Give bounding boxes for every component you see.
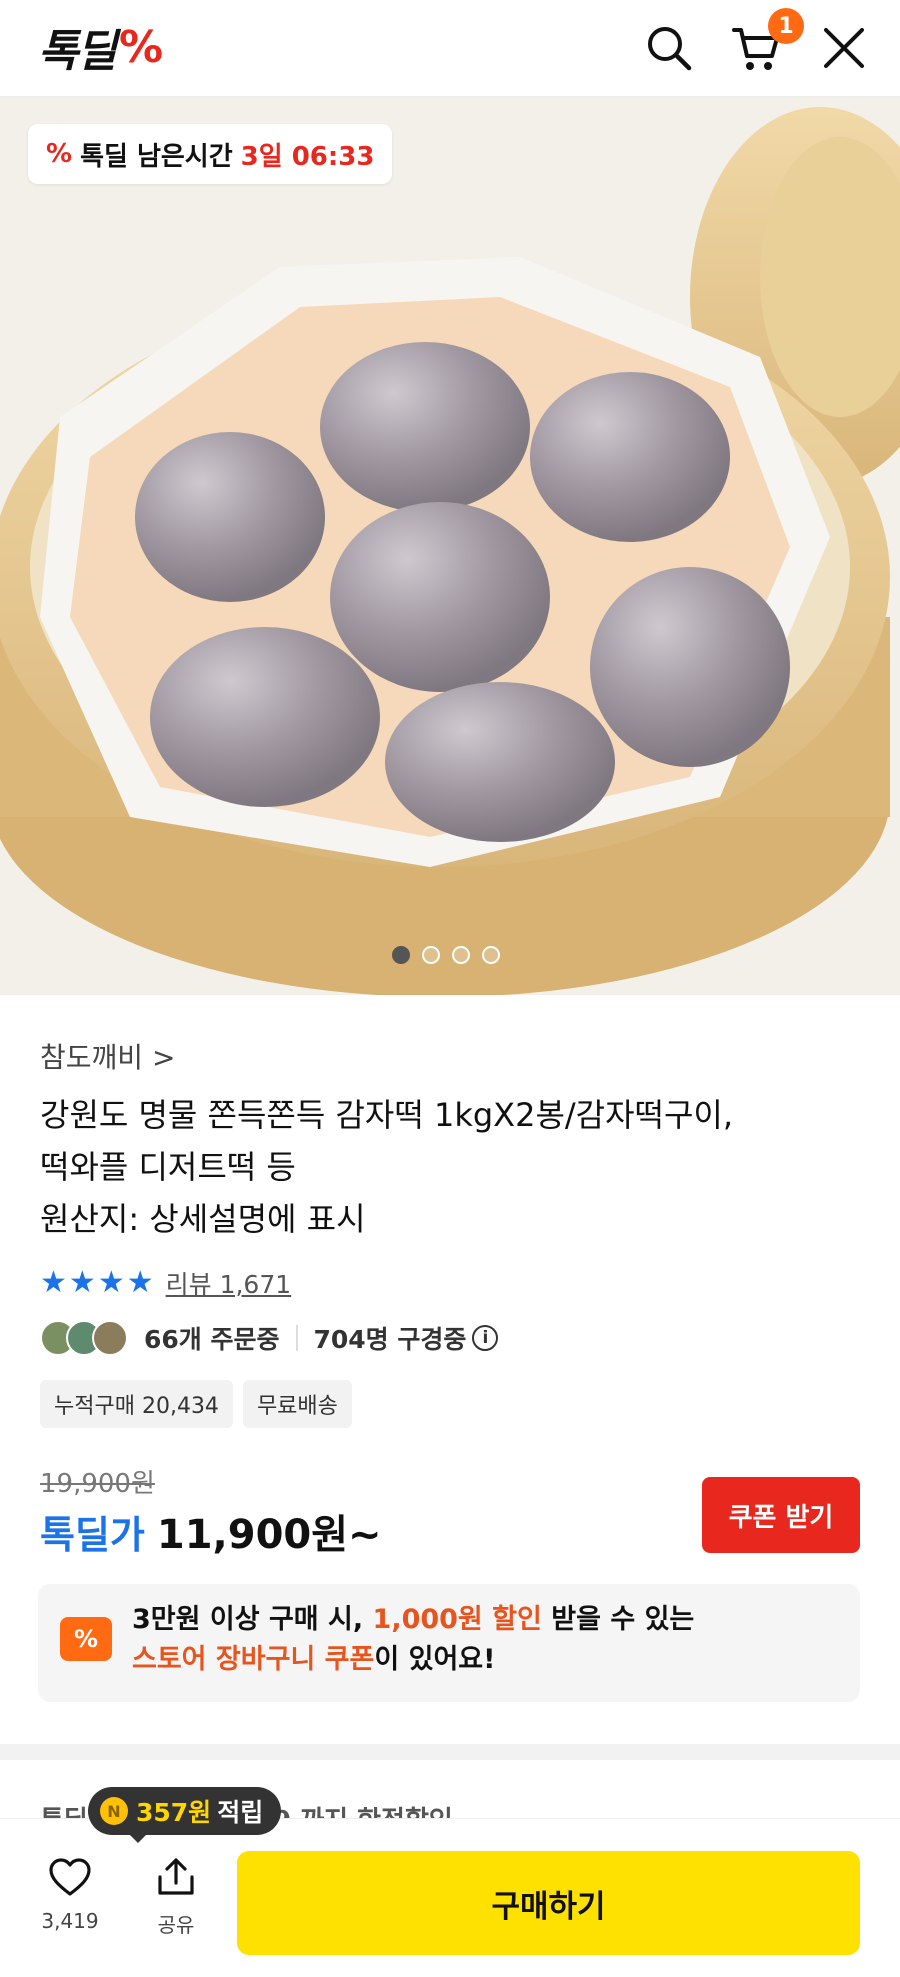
deal-price-row: 톡딜가 11,900원~ [40, 1502, 382, 1560]
title-line: 강원도 명물 쫀득쫀득 감자떡 1kgX2봉/감자떡구이, [40, 1096, 734, 1134]
coin-icon: N [100, 1797, 128, 1825]
product-title: 강원도 명물 쫀득쫀득 감자떡 1kgX2봉/감자떡구이, 떡와플 디저트떡 등… [40, 1089, 860, 1245]
deal-timer-badge: % 톡딜 남은시간 3일 06:33 [28, 124, 393, 184]
share-button[interactable]: 공유 [140, 1857, 212, 1947]
original-price: 19,900원 [40, 1469, 155, 1499]
cart-count-badge: 1 [768, 8, 804, 44]
social-proof-row: 66개 주문중 704명 구경중 i [40, 1316, 499, 1360]
promo-text-part: 받을 수 있는 [541, 1604, 695, 1635]
promo-text-part: 이 있어요! [374, 1644, 496, 1675]
divider [295, 1325, 298, 1351]
carousel-dots [392, 946, 500, 964]
close-button[interactable] [818, 22, 870, 74]
carousel-dot[interactable] [422, 946, 440, 964]
star-icon: ★ [97, 1265, 125, 1300]
promo-line-1: 3만원 이상 구매 시, 1,000원 할인 받을 수 있는 [132, 1600, 694, 1640]
coupon-icon: % [60, 1617, 112, 1661]
star-icon: ★ [40, 1265, 67, 1300]
avatar [92, 1320, 128, 1356]
tooltip-tail [128, 1833, 148, 1843]
free-shipping-chip: 무료배송 [242, 1380, 352, 1428]
title-line: 떡와플 디저트떡 등 [40, 1148, 296, 1186]
reward-label: 적립 [217, 1798, 264, 1827]
product-image-carousel[interactable]: % 톡딜 남은시간 3일 06:33 [0, 97, 900, 995]
carousel-dot[interactable] [392, 946, 410, 964]
origin-line: 원산지: 상세설명에 표시 [40, 1200, 366, 1238]
promo-line-2: 스토어 장바구니 쿠폰이 있어요! [132, 1640, 694, 1680]
like-button[interactable]: 3,419 [34, 1857, 106, 1947]
viewers-count: 704명 구경중 [313, 1325, 467, 1354]
deal-price: 11,900원~ [156, 1512, 382, 1558]
promo-coupon-highlight: 스토어 장바구니 쿠폰 [132, 1644, 375, 1675]
app-header: 톡딜% 1 [0, 0, 900, 97]
promo-text-part: 3만원 이상 구매 시, [132, 1604, 373, 1635]
carousel-dot[interactable] [452, 946, 470, 964]
search-button[interactable] [643, 22, 695, 74]
percent-icon: % [46, 139, 73, 169]
timer-label: 톡딜 남은시간 [80, 141, 233, 172]
deal-price-label: 톡딜가 [40, 1513, 145, 1557]
tokdeal-logo[interactable]: 톡딜% [38, 21, 163, 78]
info-icon[interactable]: i [472, 1325, 499, 1351]
heart-icon [49, 1858, 91, 1896]
carousel-dot[interactable] [482, 946, 500, 964]
share-label: 공유 [157, 1913, 195, 1937]
seller-link[interactable]: 참도깨비 > [40, 1036, 175, 1076]
orders-count: 66개 주문중 [144, 1325, 280, 1354]
product-chips: 누적구매 20,434 무료배송 [40, 1380, 352, 1428]
search-icon [648, 27, 692, 71]
share-icon [158, 1858, 194, 1895]
star-icon: ★ [126, 1265, 154, 1300]
promo-text: 3만원 이상 구매 시, 1,000원 할인 받을 수 있는 스토어 장바구니 … [132, 1600, 694, 1680]
rating-row[interactable]: ★ ★ ★ ★ 리뷰 1,671 [40, 1265, 291, 1301]
product-photo [0, 97, 900, 995]
store-coupon-banner[interactable]: % 3만원 이상 구매 시, 1,000원 할인 받을 수 있는 스토어 장바구… [38, 1584, 860, 1702]
logo-text: 톡딜 [38, 26, 117, 77]
reward-amount: 357원 [136, 1798, 212, 1827]
timer-value: 3일 06:33 [240, 141, 375, 172]
get-coupon-button[interactable]: 쿠폰 받기 [702, 1477, 860, 1553]
close-icon [824, 28, 864, 68]
section-separator [0, 1744, 900, 1760]
logo-percent-symbol: % [118, 21, 163, 73]
reward-points-tooltip: N 357원 적립 [88, 1787, 282, 1835]
star-icon: ★ [68, 1265, 96, 1300]
cumulative-purchases-chip: 누적구매 20,434 [40, 1380, 233, 1428]
review-link[interactable]: 리뷰 1,671 [166, 1265, 292, 1301]
like-count: 3,419 [41, 1909, 99, 1933]
promo-discount-highlight: 1,000원 할인 [372, 1604, 542, 1635]
buy-button[interactable]: 구매하기 [237, 1851, 860, 1955]
buyer-avatars [40, 1320, 128, 1356]
